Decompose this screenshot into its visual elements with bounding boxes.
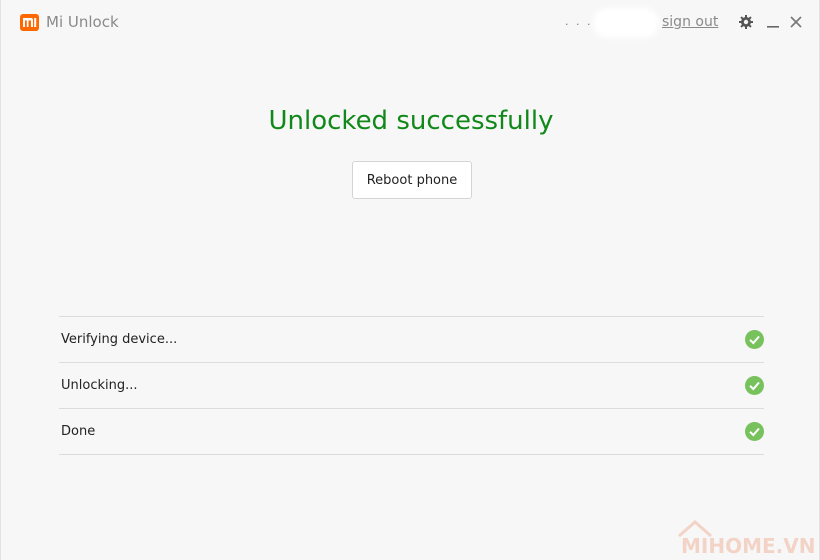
masked-account-name: . . . . bbox=[561, 12, 655, 34]
step-label: Verifying device... bbox=[61, 332, 178, 347]
app-title: Mi Unlock bbox=[46, 13, 119, 31]
step-row-done: Done bbox=[59, 409, 764, 455]
status-headline: Unlocked successfully bbox=[268, 106, 554, 136]
progress-steps-list: Verifying device... Unlocking... Done bbox=[59, 316, 764, 455]
site-watermark: MIHOME.VN bbox=[673, 518, 820, 560]
mi-logo-icon bbox=[20, 14, 39, 31]
check-circle-icon bbox=[745, 422, 764, 441]
check-circle-icon bbox=[745, 330, 764, 349]
gear-icon[interactable] bbox=[738, 14, 754, 30]
step-label: Unlocking... bbox=[61, 378, 138, 393]
redaction-blur bbox=[597, 12, 655, 34]
check-circle-icon bbox=[745, 376, 764, 395]
close-icon[interactable] bbox=[788, 14, 804, 30]
step-row-unlocking: Unlocking... bbox=[59, 363, 764, 409]
reboot-phone-button[interactable]: Reboot phone bbox=[352, 161, 472, 199]
step-row-verifying: Verifying device... bbox=[59, 317, 764, 363]
watermark-text: MIHOME.VN bbox=[681, 534, 816, 558]
step-label: Done bbox=[61, 424, 96, 439]
title-bar[interactable]: Mi Unlock . . . . sign out bbox=[1, 0, 820, 46]
minimize-icon[interactable] bbox=[765, 14, 781, 30]
mi-unlock-window: Mi Unlock . . . . sign out Unlocked succ… bbox=[0, 0, 820, 560]
sign-out-link[interactable]: sign out bbox=[662, 14, 718, 30]
